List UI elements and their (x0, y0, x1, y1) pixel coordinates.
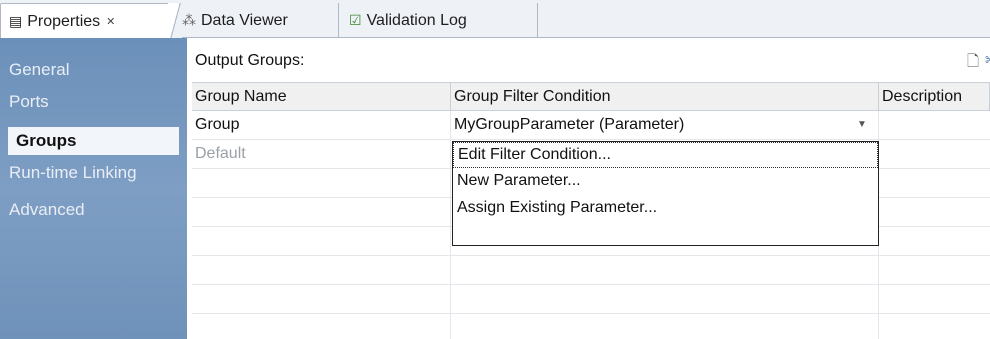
close-icon[interactable]: ✕ (106, 15, 115, 28)
column-header-group-name[interactable]: Group Name (192, 83, 451, 111)
group-name-cell[interactable]: Group (192, 111, 451, 140)
tab-data-viewer-label: Data Viewer (201, 11, 288, 29)
empty-table-row (192, 314, 990, 339)
sidebar-item-ports[interactable]: Ports (9, 88, 49, 116)
editor-tab-bar: ▤ Properties ✕ ⁂ Data Viewer ☑ Validatio… (0, 0, 990, 39)
table-row[interactable]: Group MyGroupParameter (Parameter) ▼ (192, 111, 990, 140)
data-viewer-icon: ⁂ (182, 12, 196, 28)
group-name-cell[interactable]: Default (192, 140, 451, 169)
sidebar-item-groups[interactable]: Groups (8, 127, 179, 155)
tab-validation-log-label: Validation Log (366, 11, 467, 29)
empty-table-row (192, 285, 990, 314)
menu-item-new-parameter[interactable]: New Parameter... (453, 169, 878, 195)
output-groups-label: Output Groups: (195, 52, 305, 69)
table-header: Group Name Group Filter Condition Descri… (192, 83, 990, 111)
tab-data-viewer[interactable]: ⁂ Data Viewer (178, 3, 336, 38)
column-header-group-filter-condition[interactable]: Group Filter Condition (451, 83, 879, 111)
tab-validation-log[interactable]: ☑ Validation Log (338, 3, 538, 38)
new-icon[interactable]: 🗋 (967, 51, 979, 76)
description-cell[interactable] (879, 111, 990, 140)
properties-sidebar: General Ports Groups Run-time Linking Ad… (0, 38, 187, 339)
sidebar-item-advanced[interactable]: Advanced (9, 196, 85, 224)
chevron-down-icon[interactable]: ▼ (857, 111, 867, 139)
column-header-description[interactable]: Description (879, 83, 990, 111)
properties-icon: ▤ (9, 13, 23, 29)
group-filter-condition-cell[interactable]: MyGroupParameter (Parameter) (451, 111, 879, 140)
validation-log-icon: ☑ (349, 12, 362, 28)
sidebar-item-general[interactable]: General (9, 56, 69, 84)
empty-table-row (192, 256, 990, 285)
tab-properties[interactable]: ▤ Properties ✕ (0, 3, 174, 39)
cut-icon[interactable]: ✂ (985, 51, 990, 69)
filter-condition-value: MyGroupParameter (Parameter) (454, 116, 685, 133)
menu-item-assign-existing-parameter[interactable]: Assign Existing Parameter... (453, 196, 878, 222)
menu-item-edit-filter-condition[interactable]: Edit Filter Condition... (453, 142, 878, 168)
sidebar-item-run-time-linking[interactable]: Run-time Linking (9, 159, 137, 187)
description-cell[interactable] (879, 140, 990, 169)
tab-properties-label: Properties (27, 12, 101, 30)
filter-condition-dropdown: Edit Filter Condition... New Parameter..… (452, 141, 879, 246)
